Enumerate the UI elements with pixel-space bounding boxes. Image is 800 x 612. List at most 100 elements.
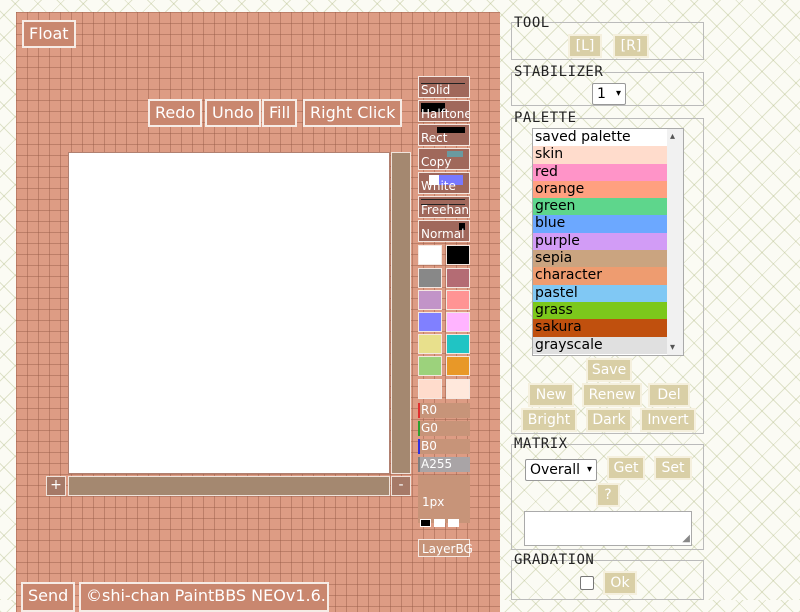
color-swatch[interactable]: [446, 356, 470, 376]
color-swatch[interactable]: [446, 290, 470, 310]
blue-marker: [418, 439, 420, 454]
matrix-section-title: MATRIX: [514, 436, 568, 452]
alpha-slider[interactable]: A255: [418, 457, 470, 472]
color-swatch[interactable]: [446, 334, 470, 354]
blue-slider[interactable]: B0: [418, 439, 470, 454]
matrix-textarea[interactable]: ◢: [524, 511, 692, 546]
palette-item[interactable]: green: [533, 198, 683, 216]
palette-new-button[interactable]: New: [528, 383, 574, 407]
zoom-out-button[interactable]: -: [391, 476, 411, 496]
horizontal-scrollbar[interactable]: [68, 476, 390, 496]
right-tool-button[interactable]: [R]: [613, 34, 649, 58]
palette-item[interactable]: character: [533, 267, 683, 285]
scroll-down-icon[interactable]: ▾: [670, 342, 675, 353]
matrix-get-button[interactable]: Get: [607, 456, 645, 480]
tool-solid[interactable]: Solid: [418, 76, 470, 98]
color-swatch[interactable]: [446, 379, 470, 399]
drawing-canvas[interactable]: [68, 152, 390, 474]
tool-rect[interactable]: Rect: [418, 124, 470, 146]
chevron-down-icon: ▾: [615, 88, 621, 99]
matrix-set-button[interactable]: Set: [654, 456, 692, 480]
matrix-mode-select[interactable]: Overall ▾: [525, 459, 597, 481]
palette-item[interactable]: skin: [533, 146, 683, 164]
palette-item[interactable]: blue: [533, 215, 683, 233]
palette-item[interactable]: pastel: [533, 284, 683, 302]
palette-dark-button[interactable]: Dark: [586, 408, 632, 432]
gradation-section-title: GRADATION: [514, 552, 595, 568]
tool-label: Freehan: [421, 203, 470, 217]
gradation-ok-button[interactable]: Ok: [603, 571, 637, 595]
tool-label: Rect: [421, 131, 448, 145]
green-marker: [418, 421, 420, 436]
right-click-button[interactable]: Right Click: [303, 99, 403, 127]
tool-normal[interactable]: Normal: [418, 220, 470, 242]
palette-renew-button[interactable]: Renew: [582, 383, 642, 407]
palette-save-button[interactable]: Save: [586, 358, 632, 382]
tool-label: Normal: [421, 227, 465, 241]
green-slider[interactable]: G0: [418, 421, 470, 436]
tool-white[interactable]: White: [418, 172, 470, 194]
color-swatch[interactable]: [418, 379, 442, 399]
palette-item[interactable]: grass: [533, 301, 683, 320]
color-swatch[interactable]: [418, 245, 442, 265]
palette-item[interactable]: red: [533, 163, 683, 181]
tool-halftone[interactable]: Halftone: [418, 100, 470, 122]
stabilizer-value: 1: [597, 86, 606, 102]
stabilizer-select[interactable]: 1 ▾: [592, 83, 626, 105]
red-slider[interactable]: R0: [418, 403, 470, 418]
tool-freehand[interactable]: Freehan: [418, 196, 470, 218]
tool-label: Solid: [421, 83, 451, 97]
color-swatch[interactable]: [418, 356, 442, 376]
color-swatch[interactable]: [446, 268, 470, 288]
redo-button[interactable]: Redo: [148, 99, 203, 127]
color-swatch[interactable]: [418, 312, 442, 332]
color-swatch[interactable]: [418, 268, 442, 288]
palette-item[interactable]: saved palette: [533, 129, 683, 147]
red-marker: [418, 403, 420, 418]
layer-bg-toggle[interactable]: LayerBG: [418, 539, 473, 557]
send-button[interactable]: Send: [21, 582, 76, 612]
pen-preset-medium[interactable]: [434, 519, 445, 527]
left-tool-button[interactable]: [L]: [568, 34, 602, 58]
pen-preset-small[interactable]: [420, 519, 431, 527]
palette-item[interactable]: orange: [533, 180, 683, 199]
palette-list[interactable]: saved palette skin red orange green blue purpl…: [532, 128, 684, 356]
palette-section-title: PALETTE: [514, 110, 577, 126]
float-button[interactable]: Float: [22, 20, 76, 48]
chevron-down-icon: ▾: [586, 464, 592, 475]
matrix-help-button[interactable]: ?: [596, 483, 620, 507]
palette-del-button[interactable]: Del: [648, 383, 690, 407]
palette-item[interactable]: purple: [533, 232, 683, 251]
pen-size-presets: [420, 512, 462, 531]
tool-label: Copy: [421, 155, 452, 169]
palette-item[interactable]: grayscale: [533, 336, 683, 354]
tool-label: White: [421, 179, 456, 193]
tool-section-title: TOOL: [514, 15, 550, 31]
vertical-scrollbar[interactable]: [391, 152, 411, 474]
undo-button[interactable]: Undo: [205, 99, 261, 127]
scroll-up-icon[interactable]: ▴: [670, 131, 675, 142]
tool-copy[interactable]: Copy: [418, 148, 470, 170]
resize-grip-icon[interactable]: ◢: [682, 533, 690, 544]
paint-app: Float Redo Undo Fill Right Click + - Sol…: [16, 12, 500, 612]
tool-label: Halftone: [421, 107, 470, 121]
palette-item[interactable]: sepia: [533, 250, 683, 268]
matrix-mode-value: Overall: [530, 462, 581, 478]
alpha-value: A255: [421, 457, 453, 471]
pen-preset-large[interactable]: [448, 519, 459, 527]
palette-item[interactable]: sakura: [533, 319, 683, 337]
alpha-marker: [418, 457, 420, 472]
gradation-checkbox[interactable]: [580, 576, 594, 590]
color-swatch[interactable]: [418, 290, 442, 310]
credit-link[interactable]: ©shi-chan PaintBBS NEOv1.6.58: [79, 582, 329, 612]
color-swatch[interactable]: [446, 245, 470, 265]
color-swatch[interactable]: [446, 312, 470, 332]
palette-scrollbar[interactable]: ▴ ▾: [667, 129, 683, 355]
fill-button[interactable]: Fill: [262, 99, 298, 127]
palette-invert-button[interactable]: Invert: [640, 408, 696, 432]
palette-bright-button[interactable]: Bright: [521, 408, 577, 432]
green-value: G0: [421, 421, 438, 435]
zoom-in-button[interactable]: +: [46, 476, 66, 496]
color-swatch[interactable]: [418, 334, 442, 354]
pen-size-value: 1px: [422, 495, 445, 509]
